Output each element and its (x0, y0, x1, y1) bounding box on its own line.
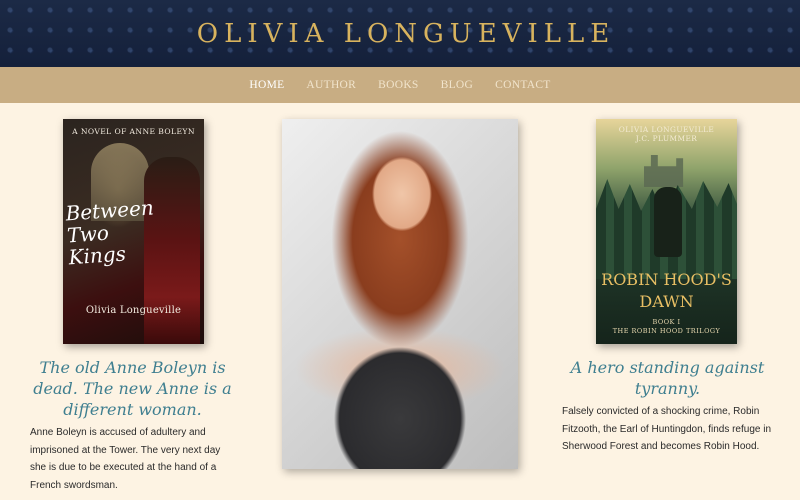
author-portrait-photo (282, 119, 518, 469)
cover-title: Between Two Kings (64, 195, 155, 270)
book-blurb-right: Falsely convicted of a shocking crime, R… (562, 406, 772, 452)
cover-castle-art (644, 155, 684, 187)
cover-subtitle-line-1: BOOK I (652, 318, 681, 326)
nav-item-home[interactable]: HOME (249, 79, 284, 91)
cover-authors: OLIVIA LONGUEVILLE J.C. PLUMMER (596, 125, 737, 143)
cover-author: Olivia Longueville (85, 305, 182, 316)
nav-item-author[interactable]: AUTHOR (306, 79, 356, 91)
book-cover-between-two-kings[interactable]: A NOVEL OF ANNE BOLEYN Between Two Kings… (63, 119, 204, 344)
cover-title: ROBIN HOOD'S DAWN (601, 270, 732, 311)
cover-subtitle-line-2: THE ROBIN HOOD TRILOGY (612, 327, 721, 335)
nav-item-contact[interactable]: CONTACT (495, 79, 550, 91)
cover-caption: A NOVEL OF ANNE BOLEYN (72, 127, 195, 136)
cover-hero-figure-art (654, 187, 682, 257)
book-tagline-left: The old Anne Boleyn is dead. The new Ann… (33, 358, 232, 419)
site-title[interactable]: OLIVIA LONGUEVILLE (185, 19, 616, 49)
book-blurb-left: Anne Boleyn is accused of adultery and i… (30, 427, 221, 491)
site-header: OLIVIA LONGUEVILLE (0, 0, 800, 67)
nav-item-books[interactable]: BOOKS (378, 79, 418, 91)
book-cover-robin-hoods-dawn[interactable]: OLIVIA LONGUEVILLE J.C. PLUMMER ROBIN HO… (596, 119, 737, 344)
cover-author-line-1: OLIVIA LONGUEVILLE (618, 125, 715, 134)
main-nav: HOME AUTHOR BOOKS BLOG CONTACT (0, 67, 800, 103)
cover-author-line-2: J.C. PLUMMER (635, 134, 698, 143)
nav-item-blog[interactable]: BLOG (441, 79, 474, 91)
book-tagline-right: A hero standing against tyranny. (570, 358, 765, 398)
cover-subtitle: BOOK I THE ROBIN HOOD TRILOGY (596, 318, 737, 336)
